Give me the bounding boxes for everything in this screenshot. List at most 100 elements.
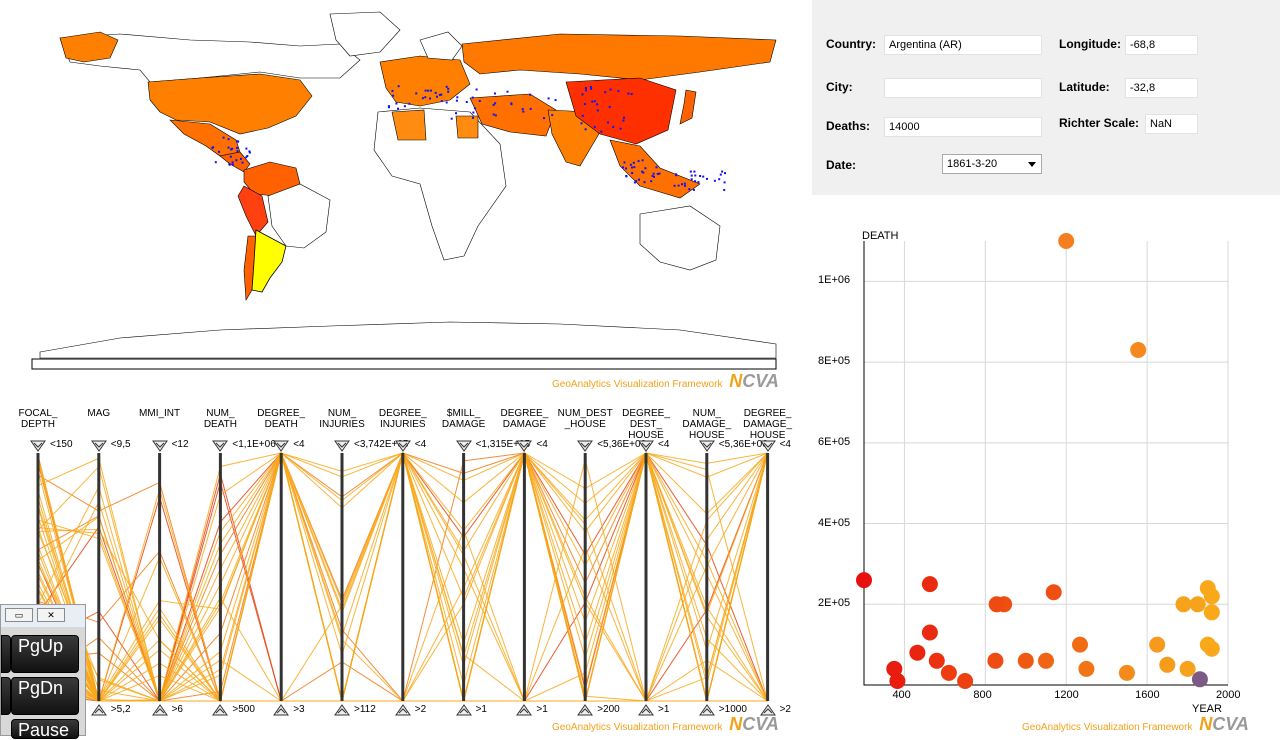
event-dot xyxy=(631,166,633,169)
axis-top-range: <150 xyxy=(50,439,73,450)
event-dot xyxy=(236,150,239,152)
city-label: City: xyxy=(826,80,853,94)
axis-top-filter-handle[interactable] xyxy=(394,439,411,452)
parallel-coordinates-panel[interactable]: FOCAL_ DEPTH <150 MAG <9,5 >5,2 MMI_INT <12 >6 NU… xyxy=(0,395,806,736)
axis-bottom-filter-handle[interactable] xyxy=(273,703,290,716)
event-dot xyxy=(478,100,481,102)
event-dot xyxy=(218,150,220,153)
framework-text-bottom: GeoAnalytics Visualization Framework xyxy=(552,722,723,733)
axis-bottom-filter-handle[interactable] xyxy=(90,703,107,716)
event-dot xyxy=(529,107,532,110)
pgup-key[interactable]: PgUp xyxy=(11,635,79,673)
event-dot xyxy=(440,100,443,103)
date-label: Date: xyxy=(826,158,857,172)
event-dot xyxy=(237,140,240,143)
data-point xyxy=(1203,604,1220,621)
axis-bottom-filter-handle[interactable] xyxy=(516,703,533,716)
event-dot xyxy=(593,100,596,103)
axis-bottom-filter-handle[interactable] xyxy=(151,703,168,716)
longitude-field[interactable]: -68,8 xyxy=(1125,35,1198,55)
event-dot xyxy=(529,93,532,96)
world-map[interactable] xyxy=(0,0,806,393)
event-dot xyxy=(547,97,550,100)
latitude-field[interactable]: -32,8 xyxy=(1125,78,1198,98)
event-dot xyxy=(397,85,400,88)
deaths-field[interactable]: 14000 xyxy=(884,117,1042,137)
event-dot xyxy=(629,163,632,166)
axis-bottom-filter-handle[interactable] xyxy=(212,703,229,716)
axis-top-filter-handle[interactable] xyxy=(273,439,290,452)
richter-field[interactable]: NaN xyxy=(1145,114,1198,134)
floating-keypad-window[interactable]: ▭ ✕ PgUp PgDn Pause xyxy=(0,604,86,740)
country-field[interactable]: Argentina (AR) xyxy=(884,35,1042,55)
event-dot xyxy=(424,89,427,92)
framework-text: GeoAnalytics Visualization Framework xyxy=(552,379,723,390)
axis-bottom-filter-handle[interactable] xyxy=(334,703,350,716)
framework-branding: GeoAnalytics Visualization Framework NCV… xyxy=(552,371,779,392)
logo-cva-scatter: CVA xyxy=(1212,714,1249,734)
event-dot xyxy=(227,138,230,141)
event-dot xyxy=(619,127,622,130)
event-dot xyxy=(392,94,395,97)
axis-top-filter-handle[interactable] xyxy=(334,439,350,452)
axis-top-filter-handle[interactable] xyxy=(759,439,776,452)
data-point xyxy=(957,673,974,689)
data-point xyxy=(1072,636,1088,653)
world-map-panel[interactable]: GeoAnalytics Visualization Framework NCV… xyxy=(0,0,806,393)
event-dot xyxy=(222,136,225,139)
event-dot xyxy=(388,106,390,109)
data-point xyxy=(988,596,1005,613)
country-alaska xyxy=(59,31,119,63)
restore-button[interactable]: ▭ xyxy=(5,608,33,622)
event-dot xyxy=(653,175,655,178)
event-dot xyxy=(472,111,475,114)
event-dot xyxy=(644,167,647,170)
event-dot xyxy=(643,181,646,184)
axis-top-filter-handle[interactable] xyxy=(698,439,715,452)
pgdn-key[interactable]: PgDn xyxy=(11,677,79,715)
event-dot xyxy=(593,125,596,128)
city-field[interactable] xyxy=(884,78,1042,98)
event-dot xyxy=(228,163,231,166)
event-dot xyxy=(622,119,625,122)
axis-top-filter-handle[interactable] xyxy=(577,439,594,452)
event-dot xyxy=(248,150,251,153)
axis-title: DEGREE_ DEATH xyxy=(257,408,306,430)
event-dot xyxy=(690,178,693,181)
close-button[interactable]: ✕ xyxy=(37,608,65,622)
axis-top-filter-handle[interactable] xyxy=(212,439,229,452)
date-select[interactable]: 1861-3-20 xyxy=(942,154,1042,174)
data-point xyxy=(1045,584,1062,601)
data-point xyxy=(889,673,906,689)
axis-bottom-filter-handle[interactable] xyxy=(394,703,411,716)
event-dot xyxy=(693,170,696,173)
event-dot xyxy=(445,101,448,104)
axis-bottom-filter-handle[interactable] xyxy=(455,703,472,716)
axis-title: NUM_ DAMAGE_ HOUSE xyxy=(682,408,732,441)
axis-top-filter-handle[interactable] xyxy=(638,439,654,452)
axis-top-filter-handle[interactable] xyxy=(455,439,472,452)
axis-top-range: <4 xyxy=(293,439,305,450)
event-dot xyxy=(494,114,497,117)
event-dot xyxy=(584,87,587,89)
pause-key[interactable]: Pause xyxy=(11,719,79,740)
event-dot xyxy=(415,92,418,95)
logo-n-bottom: N xyxy=(729,714,743,734)
event-dot xyxy=(637,160,640,163)
axis-top-filter-handle[interactable] xyxy=(151,439,168,452)
key-left-edge-2 xyxy=(1,677,11,715)
event-dot xyxy=(589,86,592,88)
axis-title: NUM_ DEATH xyxy=(203,408,237,430)
event-dot xyxy=(494,102,497,105)
axis-top-filter-handle[interactable] xyxy=(516,439,533,452)
event-dot xyxy=(632,161,635,164)
data-point xyxy=(1175,596,1192,613)
event-dot xyxy=(697,181,700,184)
event-dot xyxy=(245,156,248,159)
axis-top-filter-handle[interactable] xyxy=(90,439,107,452)
event-dot xyxy=(713,179,716,182)
axis-title: NUM_DEST _HOUSE xyxy=(557,408,613,430)
scatter-plot-panel[interactable]: DEATH YEAR 400 800 1200 1600 2000 2E+05 4E+05 6… xyxy=(812,195,1280,736)
death-year-scatter[interactable] xyxy=(812,195,1280,736)
axis-top-filter-handle[interactable] xyxy=(30,439,46,452)
